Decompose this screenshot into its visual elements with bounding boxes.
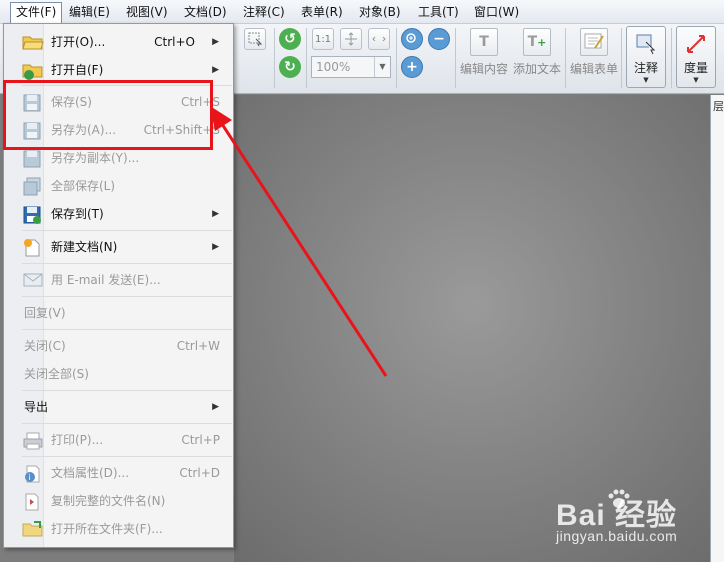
printer-icon [22,431,44,451]
zoom-select[interactable]: 100% ▼ [311,56,391,78]
menu-document[interactable]: 文档(D) [179,3,232,21]
menu-item-label: 打开所在文件夹(F)... [51,522,163,536]
menu-item-label: 文档属性(D)... [51,466,130,480]
menu-item-label: 全部保存(L) [51,179,116,193]
menu-item-shortcut: Ctrl+P [181,433,220,447]
edit-form-label: 编辑表单 [570,62,619,76]
fit-page-icon[interactable] [340,28,362,50]
annotate-label: 注释 [633,61,658,75]
edit-content-label: 编辑内容 [460,62,509,76]
edit-content-button[interactable]: T 编辑内容 [460,28,508,77]
chevron-down-icon: ▼ [693,76,699,84]
menu-item-close-all[interactable]: 关闭全部(S) [4,360,233,388]
menu-object[interactable]: 对象(B) [354,3,406,21]
zoom-plus-icon[interactable]: + [401,56,423,78]
submenu-arrow-icon: ▶ [212,65,219,75]
paw-icon [608,489,630,508]
menu-item-label: 复制完整的文件名(N) [51,494,166,508]
menu-item-copy-full-filename[interactable]: 复制完整的文件名(N) [4,487,233,515]
baidu-watermark: Bai 经验 jingyan.baidu.com [556,489,724,562]
submenu-arrow-icon: ▶ [212,402,219,412]
menu-item-label: 关闭全部(S) [24,367,89,381]
add-text-button[interactable]: T + 添加文本 [513,28,561,77]
zoom-value: 100% [316,60,351,74]
menu-item-export[interactable]: 导出 ▶ [4,393,233,421]
menu-file[interactable]: 文件(F) [10,2,63,24]
add-text-icon: T + [523,28,551,56]
menu-item-save-all[interactable]: 全部保存(L) [4,172,233,200]
floppy-stack-icon [22,177,44,197]
zoom-out-icon[interactable]: − [428,28,450,50]
menu-item-open-containing-folder[interactable]: 打开所在文件夹(F)... [4,515,233,543]
menu-item-label: 关闭(C) [24,339,66,353]
actual-size-button[interactable]: 1:1 [312,28,334,50]
menu-item-save-to[interactable]: 保存到(T) ▶ [4,200,233,228]
menu-item-label: 回复(V) [24,306,66,320]
highlight-box [3,80,213,150]
submenu-arrow-icon: ▶ [212,242,219,252]
menu-item-close[interactable]: 关闭(C) Ctrl+W [4,332,233,360]
folder-web-icon [22,61,44,81]
menu-item-email[interactable]: 用 E-mail 发送(E)... [4,266,233,294]
measure-icon [682,31,710,57]
menu-item-label: 打印(P)... [51,433,104,447]
svg-text:i: i [29,473,31,482]
menu-item-label: 打开(O)... [51,35,106,49]
menu-item-label: 导出 [24,400,49,414]
folder-open-icon [22,33,44,53]
edit-form-icon [580,28,608,56]
menu-item-print[interactable]: 打印(P)... Ctrl+P [4,426,233,454]
menu-item-shortcut: Ctrl+O [154,35,195,49]
floppy-copy-icon [22,149,44,169]
menu-item-revert[interactable]: 回复(V) [4,299,233,327]
edit-content-icon: T [470,28,498,56]
chevron-down-icon: ▼ [374,57,390,77]
fit-width-icon[interactable] [368,28,390,50]
edit-form-button[interactable]: 编辑表单 [570,28,618,77]
menu-item-document-properties[interactable]: i 文档属性(D)... Ctrl+D [4,459,233,487]
watermark-url: jingyan.baidu.com [556,528,678,544]
menu-item-label: 新建文档(N) [51,240,118,254]
menu-view[interactable]: 视图(V) [121,3,173,21]
select-tool-icon[interactable] [244,28,266,50]
menu-comment[interactable]: 注释(C) [238,3,290,21]
menu-form[interactable]: 表单(R) [296,3,348,21]
floppy-save-to-icon [22,205,44,225]
submenu-arrow-icon: ▶ [212,37,219,47]
zoom-in-icon[interactable] [401,28,423,50]
copy-filename-icon [22,492,44,512]
info-icon: i [22,464,44,484]
email-icon [22,271,44,291]
menu-item-shortcut: Ctrl+D [179,466,220,480]
menu-edit[interactable]: 编辑(E) [64,3,115,21]
annotate-button[interactable]: 注释 ▼ [626,26,666,88]
menu-window[interactable]: 窗口(W) [469,3,524,21]
new-document-icon [22,238,44,258]
menu-item-shortcut: Ctrl+W [176,339,220,353]
layers-tab[interactable]: 层 [713,98,724,114]
measure-button[interactable]: 度量 ▼ [676,26,716,88]
menu-item-open[interactable]: 打开(O)... Ctrl+O ▶ [4,28,233,56]
folder-locate-icon [22,520,44,540]
annotate-icon [632,31,660,57]
add-text-label: 添加文本 [513,62,562,76]
menu-bar: 文件(F) 编辑(E) 视图(V) 文档(D) 注释(C) 表单(R) 对象(B… [0,0,724,24]
rotate-right-icon[interactable]: ↻ [279,56,301,78]
measure-label: 度量 [683,61,708,75]
menu-item-label: 用 E-mail 发送(E)... [51,273,161,287]
submenu-arrow-icon: ▶ [212,209,219,219]
chevron-down-icon: ▼ [643,76,649,84]
menu-tools[interactable]: 工具(T) [413,3,464,21]
menu-item-new-document[interactable]: 新建文档(N) ▶ [4,233,233,261]
menu-item-label: 保存到(T) [51,207,104,221]
rotate-left-icon[interactable]: ↺ [279,28,301,50]
